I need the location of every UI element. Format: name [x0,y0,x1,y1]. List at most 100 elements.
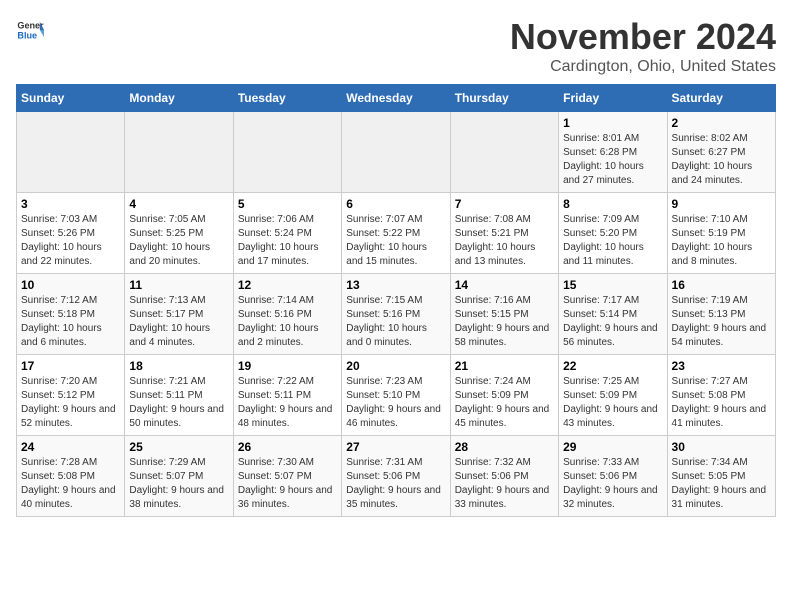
svg-text:Blue: Blue [17,30,37,40]
day-info: Sunrise: 7:15 AMSunset: 5:16 PMDaylight:… [346,294,445,350]
day-number: 6 [346,197,445,211]
cell-week3-day1: 18 Sunrise: 7:21 AMSunset: 5:11 PMDayligh… [125,355,233,436]
day-number: 26 [238,440,337,454]
day-info: Sunrise: 7:19 AMSunset: 5:13 PMDaylight:… [672,294,771,350]
day-number: 25 [129,440,228,454]
week-row-2: 10 Sunrise: 7:12 AMSunset: 5:18 PMDayligh… [17,274,776,355]
day-info: Sunrise: 7:05 AMSunset: 5:25 PMDaylight:… [129,213,228,269]
cell-week0-day4 [450,112,558,193]
cell-week1-day2: 5Sunrise: 7:06 AMSunset: 5:24 PMDaylight… [233,193,341,274]
cell-week1-day5: 8 Sunrise: 7:09 AMSunset: 5:20 PMDaylight… [559,193,667,274]
cell-week4-day2: 26Sunrise: 7:30 AMSunset: 5:07 PMDayligh… [233,436,341,517]
day-number: 10 [21,278,120,292]
day-number: 17 [21,359,120,373]
cell-week1-day4: 7 Sunrise: 7:08 AMSunset: 5:21 PMDaylight… [450,193,558,274]
cell-week2-day3: 13 Sunrise: 7:15 AMSunset: 5:16 PMDayligh… [342,274,450,355]
cell-week0-day1 [125,112,233,193]
header-friday: Friday [559,85,667,112]
logo: General Blue [16,16,44,44]
day-info: Sunrise: 7:16 AMSunset: 5:15 PMDaylight:… [455,294,554,350]
day-number: 27 [346,440,445,454]
day-info: Sunrise: 7:10 AMSunset: 5:19 PMDaylight:… [672,213,771,269]
day-number: 28 [455,440,554,454]
day-number: 29 [563,440,662,454]
day-number: 24 [21,440,120,454]
day-number: 16 [672,278,771,292]
day-number: 12 [238,278,337,292]
day-number: 14 [455,278,554,292]
cell-week3-day6: 23Sunrise: 7:27 AMSunset: 5:08 PMDayligh… [667,355,775,436]
day-number: 9 [672,197,771,211]
cell-week2-day6: 16 Sunrise: 7:19 AMSunset: 5:13 PMDayligh… [667,274,775,355]
cell-week0-day2 [233,112,341,193]
cell-week3-day0: 17 Sunrise: 7:20 AMSunset: 5:12 PMDayligh… [17,355,125,436]
header-row: SundayMondayTuesdayWednesdayThursdayFrid… [17,85,776,112]
cell-week2-day1: 11 Sunrise: 7:13 AMSunset: 5:17 PMDayligh… [125,274,233,355]
header-saturday: Saturday [667,85,775,112]
day-info: Sunrise: 7:28 AMSunset: 5:08 PMDaylight:… [21,456,120,512]
calendar-header: SundayMondayTuesdayWednesdayThursdayFrid… [17,85,776,112]
header: General Blue November 2024 Cardington, O… [16,16,776,76]
day-number: 18 [129,359,228,373]
header-wednesday: Wednesday [342,85,450,112]
day-info: Sunrise: 7:33 AMSunset: 5:06 PMDaylight:… [563,456,662,512]
day-number: 21 [455,359,554,373]
cell-week3-day2: 19Sunrise: 7:22 AMSunset: 5:11 PMDayligh… [233,355,341,436]
day-number: 22 [563,359,662,373]
cell-week3-day5: 22 Sunrise: 7:25 AMSunset: 5:09 PMDayligh… [559,355,667,436]
day-number: 3 [21,197,120,211]
cell-week0-day3 [342,112,450,193]
day-info: Sunrise: 7:24 AMSunset: 5:09 PMDaylight:… [455,375,554,431]
day-number: 30 [672,440,771,454]
day-number: 2 [672,116,771,130]
calendar-body: 1 Sunrise: 8:01 AMSunset: 6:28 PMDaylight… [17,112,776,517]
day-info: Sunrise: 7:08 AMSunset: 5:21 PMDaylight:… [455,213,554,269]
cell-week0-day5: 1 Sunrise: 8:01 AMSunset: 6:28 PMDaylight… [559,112,667,193]
day-info: Sunrise: 7:03 AMSunset: 5:26 PMDaylight:… [21,213,120,269]
day-info: Sunrise: 7:20 AMSunset: 5:12 PMDaylight:… [21,375,120,431]
day-info: Sunrise: 7:32 AMSunset: 5:06 PMDaylight:… [455,456,554,512]
cell-week4-day6: 30 Sunrise: 7:34 AMSunset: 5:05 PMDayligh… [667,436,775,517]
day-number: 4 [129,197,228,211]
day-info: Sunrise: 7:12 AMSunset: 5:18 PMDaylight:… [21,294,120,350]
day-info: Sunrise: 7:13 AMSunset: 5:17 PMDaylight:… [129,294,228,350]
title-block: November 2024 Cardington, Ohio, United S… [510,16,776,76]
cell-week3-day3: 20Sunrise: 7:23 AMSunset: 5:10 PMDayligh… [342,355,450,436]
day-number: 1 [563,116,662,130]
day-info: Sunrise: 7:25 AMSunset: 5:09 PMDaylight:… [563,375,662,431]
day-number: 13 [346,278,445,292]
day-info: Sunrise: 7:27 AMSunset: 5:08 PMDaylight:… [672,375,771,431]
cell-week2-day4: 14 Sunrise: 7:16 AMSunset: 5:15 PMDayligh… [450,274,558,355]
cell-week0-day6: 2 Sunrise: 8:02 AMSunset: 6:27 PMDaylight… [667,112,775,193]
header-tuesday: Tuesday [233,85,341,112]
day-number: 5 [238,197,337,211]
day-info: Sunrise: 7:09 AMSunset: 5:20 PMDaylight:… [563,213,662,269]
cell-week4-day3: 27 Sunrise: 7:31 AMSunset: 5:06 PMDayligh… [342,436,450,517]
day-info: Sunrise: 7:29 AMSunset: 5:07 PMDaylight:… [129,456,228,512]
subtitle: Cardington, Ohio, United States [510,58,776,76]
day-number: 7 [455,197,554,211]
cell-week0-day0 [17,112,125,193]
day-number: 20 [346,359,445,373]
cell-week4-day5: 29 Sunrise: 7:33 AMSunset: 5:06 PMDayligh… [559,436,667,517]
day-info: Sunrise: 7:17 AMSunset: 5:14 PMDaylight:… [563,294,662,350]
calendar-table: SundayMondayTuesdayWednesdayThursdayFrid… [16,84,776,517]
week-row-1: 3 Sunrise: 7:03 AMSunset: 5:26 PMDaylight… [17,193,776,274]
cell-week3-day4: 21 Sunrise: 7:24 AMSunset: 5:09 PMDayligh… [450,355,558,436]
day-info: Sunrise: 7:31 AMSunset: 5:06 PMDaylight:… [346,456,445,512]
day-number: 11 [129,278,228,292]
day-info: Sunrise: 7:14 AMSunset: 5:16 PMDaylight:… [238,294,337,350]
cell-week1-day1: 4 Sunrise: 7:05 AMSunset: 5:25 PMDaylight… [125,193,233,274]
day-info: Sunrise: 7:34 AMSunset: 5:05 PMDaylight:… [672,456,771,512]
day-number: 8 [563,197,662,211]
cell-week1-day3: 6Sunrise: 7:07 AMSunset: 5:22 PMDaylight… [342,193,450,274]
cell-week1-day0: 3 Sunrise: 7:03 AMSunset: 5:26 PMDaylight… [17,193,125,274]
day-info: Sunrise: 7:21 AMSunset: 5:11 PMDaylight:… [129,375,228,431]
week-row-3: 17 Sunrise: 7:20 AMSunset: 5:12 PMDayligh… [17,355,776,436]
cell-week2-day2: 12 Sunrise: 7:14 AMSunset: 5:16 PMDayligh… [233,274,341,355]
week-row-0: 1 Sunrise: 8:01 AMSunset: 6:28 PMDaylight… [17,112,776,193]
day-info: Sunrise: 8:02 AMSunset: 6:27 PMDaylight:… [672,132,771,188]
day-number: 15 [563,278,662,292]
day-info: Sunrise: 8:01 AMSunset: 6:28 PMDaylight:… [563,132,662,188]
day-number: 19 [238,359,337,373]
